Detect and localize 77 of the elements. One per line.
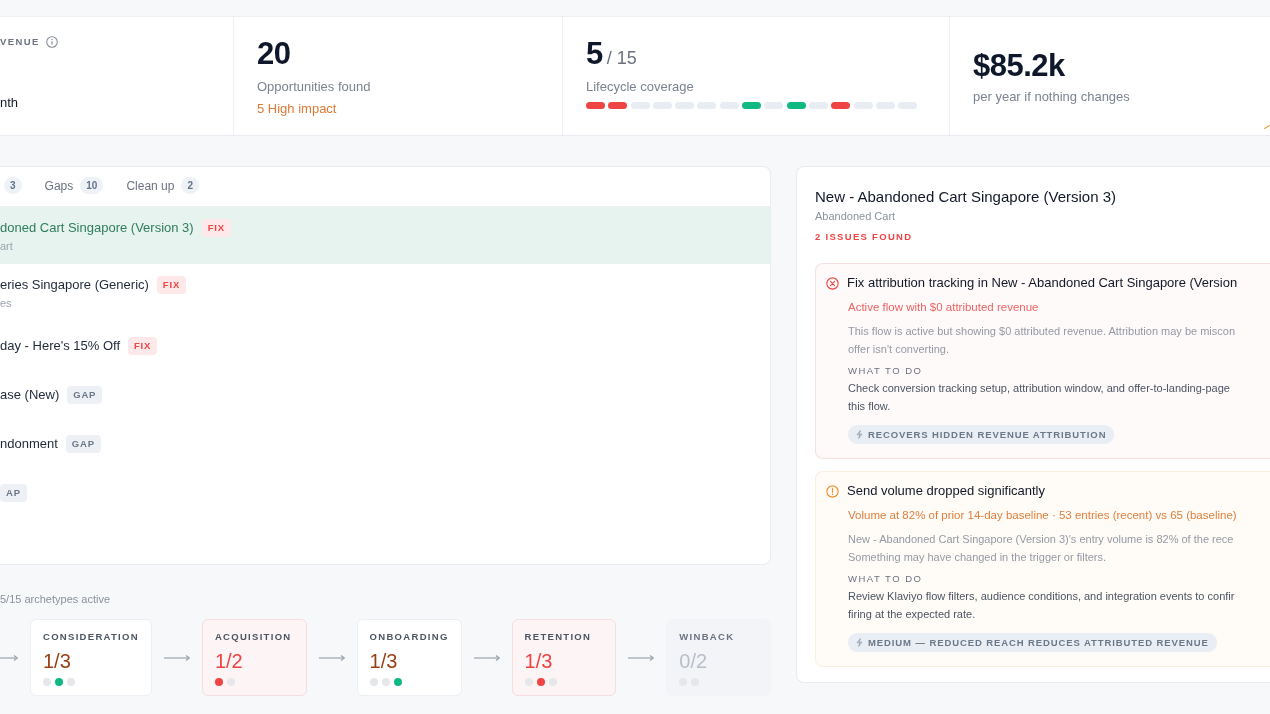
- action-text: Check conversion tracking setup, attribution window, and offer-to-landing-page this flow.: [848, 381, 1230, 414]
- flow-status-tag: FIX: [128, 336, 158, 355]
- filter-tab[interactable]: Clean up 2: [126, 167, 199, 206]
- flow-title: eries Singapore (Generic): [0, 276, 149, 294]
- detail-subtitle: Abandoned Cart: [815, 209, 897, 223]
- stage-name: CONSIDERATION: [43, 631, 139, 643]
- coverage-caption: Lifecycle coverage: [586, 78, 695, 96]
- warning-circle-icon: [826, 484, 839, 498]
- info-icon[interactable]: [45, 36, 58, 48]
- filter-tab[interactable]: 3: [4, 167, 22, 206]
- lifecycle-stage-card[interactable]: WINBACK 0/2: [666, 619, 771, 696]
- flow-title: ndonment: [0, 434, 58, 453]
- stage-name: ACQUISITION: [214, 631, 293, 643]
- stage-name: ONBOARDING: [369, 631, 449, 643]
- flow-row[interactable]: eries Singapore (Generic) FIX es: [0, 264, 770, 321]
- impact-text: RECOVERS HIDDEN REVENUE ATTRIBUTION: [868, 429, 1107, 440]
- annual-loss-caption: per year if nothing changes: [973, 88, 1130, 106]
- stage-name: WINBACK: [679, 631, 736, 643]
- trend-line-icon: [1264, 125, 1270, 129]
- flow-row[interactable]: day - Here's 15% Off FIX: [0, 321, 770, 370]
- issue-finding: Active flow with $0 attributed revenue: [848, 300, 1039, 315]
- flow-title: day - Here's 15% Off: [0, 336, 120, 355]
- flow-status-tag: FIX: [156, 276, 187, 294]
- filter-tab[interactable]: Gaps 10: [44, 167, 104, 206]
- bolt-icon: [856, 638, 863, 647]
- archetypes-summary: 5/15 archetypes active: [0, 592, 112, 606]
- arrow-icon: [163, 653, 190, 662]
- stage-fraction: 1/3: [369, 649, 399, 674]
- revenue-label: VENUE: [0, 36, 40, 48]
- flow-type: art: [0, 239, 14, 253]
- flow-row[interactable]: ase (New) GAP: [0, 370, 770, 419]
- flow-row[interactable]: AP: [0, 468, 770, 517]
- tab-count: 3: [4, 177, 22, 194]
- coverage-count: 5: [586, 37, 603, 71]
- flow-title: doned Cart Singapore (Version 3): [0, 219, 194, 237]
- flow-status-tag: GAP: [67, 385, 103, 404]
- stage-fraction: 1/3: [43, 649, 72, 674]
- stage-fraction: 1/2: [214, 649, 244, 674]
- impact-text: MEDIUM — REDUCED REACH REDUCES ATTRIBUTED REVENUE: [868, 637, 1209, 648]
- flow-title: ase (New): [0, 385, 60, 404]
- lifecycle-stage-card[interactable]: ONBOARDING 1/3: [356, 619, 462, 696]
- stage-name: RETENTION: [524, 631, 593, 643]
- tab-count: 10: [80, 177, 104, 194]
- arrow-icon: [0, 653, 18, 662]
- flow-status-tag: GAP: [65, 434, 101, 453]
- flow-type: es: [0, 296, 13, 310]
- lifecycle-stage-card[interactable]: RETENTION 1/3: [511, 619, 617, 696]
- opportunities-count: 20: [257, 37, 292, 71]
- issue-title: Send volume dropped significantly: [847, 482, 1045, 500]
- flow-status-tag: AP: [0, 483, 27, 502]
- flow-row[interactable]: doned Cart Singapore (Version 3) FIX art: [0, 207, 770, 264]
- arrow-icon: [473, 653, 500, 662]
- coverage-total: / 15: [606, 48, 637, 69]
- detail-title: New - Abandoned Cart Singapore (Version 3): [815, 188, 1117, 206]
- arrow-icon: [628, 653, 655, 662]
- issue-title: Fix attribution tracking in New - Abandoned Cart Singapore (Version: [847, 274, 1238, 292]
- flow-row[interactable]: ndonment GAP: [0, 419, 770, 468]
- stage-fraction: 0/2: [679, 649, 709, 674]
- tab-count: 2: [181, 177, 199, 194]
- lifecycle-stage-card[interactable]: CONSIDERATION 1/3: [30, 619, 152, 696]
- issue-count: 2 ISSUES FOUND: [815, 231, 914, 243]
- error-circle-icon: [826, 276, 839, 290]
- action-label: WHAT TO DO: [848, 365, 923, 377]
- high-impact-count: 5 High impact: [257, 100, 338, 118]
- issue-description: This flow is active but showing $0 attributed revenue. Attribution may be miscon offer isn't converting.: [848, 324, 1236, 357]
- annual-loss-amount: $85.2k: [973, 49, 1066, 83]
- arrow-icon: [318, 653, 345, 662]
- issue-description: New - Abandoned Cart Singapore (Version 3)'s entry volume is 82% of the rece Something may have changed in the trigger or filters.: [848, 532, 1234, 565]
- stage-fraction: 1/3: [524, 649, 554, 674]
- issue-finding: Volume at 82% of prior 14-day baseline · 53 entries (recent) vs 65 (baseline): [848, 508, 1237, 523]
- revenue-period: nth: [0, 95, 20, 111]
- action-label: WHAT TO DO: [848, 573, 923, 585]
- lifecycle-stage-card[interactable]: ACQUISITION 1/2: [201, 619, 307, 696]
- action-text: Review Klaviyo flow filters, audience conditions, and integration events to confir firing at the expected rate.: [848, 589, 1235, 622]
- bolt-icon: [856, 430, 863, 439]
- flow-status-tag: FIX: [201, 219, 231, 237]
- opportunities-caption: Opportunities found: [257, 78, 372, 96]
